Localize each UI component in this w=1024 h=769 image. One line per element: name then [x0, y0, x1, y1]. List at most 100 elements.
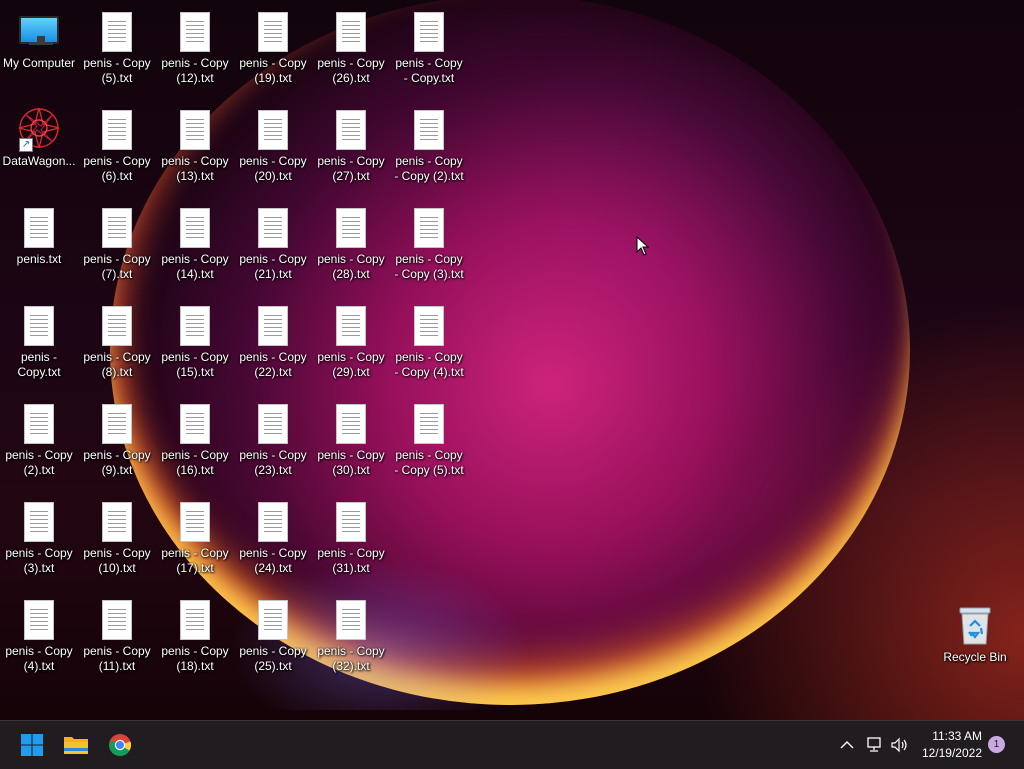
icon-image	[258, 496, 288, 542]
folder-icon	[64, 737, 88, 754]
icon-image	[336, 594, 366, 640]
shortcut-arrow-icon: ↗	[19, 138, 33, 152]
icon-image	[24, 594, 54, 640]
desktop-icon-txt-file[interactable]: penis - Copy (19).txt	[234, 0, 312, 92]
desktop-icon-label: penis - Copy - Copy (4).txt	[394, 350, 464, 379]
icon-image	[414, 300, 444, 346]
desktop-icon-txt-file[interactable]: penis - Copy (25).txt	[234, 588, 312, 680]
desktop-icon-txt-file[interactable]: penis - Copy (26).txt	[312, 0, 390, 92]
desktop-icon-txt-file[interactable]: penis - Copy (24).txt	[234, 490, 312, 582]
desktop-icon-txt-file[interactable]: penis - Copy (12).txt	[156, 0, 234, 92]
icon-image: ↗	[17, 104, 61, 152]
recycle-bin-icon	[959, 607, 991, 645]
desktop-icon-txt-file[interactable]: penis - Copy (32).txt	[312, 588, 390, 680]
desktop-icon-txt-file[interactable]: penis - Copy.txt	[0, 294, 78, 386]
text-file-icon	[180, 208, 210, 248]
network-button[interactable]	[862, 721, 886, 769]
desktop-icon-txt-file[interactable]: penis - Copy (23).txt	[234, 392, 312, 484]
text-file-icon	[258, 306, 288, 346]
desktop-icon-label: penis - Copy - Copy (2).txt	[394, 154, 464, 183]
desktop-icon-txt-file[interactable]: penis - Copy - Copy (2).txt	[390, 98, 468, 190]
desktop-icon-txt-file[interactable]: penis - Copy - Copy (5).txt	[390, 392, 468, 484]
text-file-icon	[102, 12, 132, 52]
file-explorer-button[interactable]	[56, 725, 96, 765]
desktop-icon-label: penis - Copy (12).txt	[161, 56, 229, 85]
desktop-icon-txt-file[interactable]: penis - Copy (29).txt	[312, 294, 390, 386]
icon-image	[336, 6, 366, 52]
text-file-icon	[180, 404, 210, 444]
icon-image	[336, 496, 366, 542]
desktop-icon-txt-file[interactable]: penis - Copy (11).txt	[78, 588, 156, 680]
desktop-icon-txt-file[interactable]: penis - Copy (16).txt	[156, 392, 234, 484]
desktop-icon-txt-file[interactable]: penis - Copy (3).txt	[0, 490, 78, 582]
network-icon	[867, 737, 881, 752]
desktop-icon-txt-file[interactable]: penis - Copy (7).txt	[78, 196, 156, 288]
desktop-icon-txt-file[interactable]: penis - Copy (22).txt	[234, 294, 312, 386]
desktop-icon-txt-file[interactable]: penis - Copy (2).txt	[0, 392, 78, 484]
icon-image	[258, 398, 288, 444]
taskbar: 11:33 AM 12/19/2022 1	[0, 720, 1024, 769]
desktop-icon-txt-file[interactable]: penis - Copy (5).txt	[78, 0, 156, 92]
desktop-icon-txt-file[interactable]: penis - Copy (18).txt	[156, 588, 234, 680]
icon-image	[414, 202, 444, 248]
desktop-icon-txt-file[interactable]: penis - Copy (21).txt	[234, 196, 312, 288]
desktop-icon-label: penis - Copy - Copy (3).txt	[394, 252, 464, 281]
text-file-icon	[24, 306, 54, 346]
desktop-icon-label: penis - Copy - Copy.txt	[395, 56, 463, 85]
text-file-icon	[180, 600, 210, 640]
icon-image	[336, 300, 366, 346]
start-button[interactable]	[12, 725, 52, 765]
text-file-icon	[102, 502, 132, 542]
desktop-icon-label: penis - Copy (28).txt	[317, 252, 385, 281]
tray-overflow-button[interactable]	[836, 721, 858, 769]
desktop-icon-label: penis - Copy (9).txt	[83, 448, 151, 477]
desktop-icon-label: penis - Copy - Copy (5).txt	[394, 448, 464, 477]
desktop-icon-txt-file[interactable]: penis - Copy - Copy.txt	[390, 0, 468, 92]
taskbar-clock[interactable]: 11:33 AM 12/19/2022	[902, 728, 982, 762]
text-file-icon	[258, 404, 288, 444]
text-file-icon	[414, 12, 444, 52]
desktop-icon-label: penis - Copy (6).txt	[83, 154, 151, 183]
desktop-icon-txt-file[interactable]: penis - Copy (20).txt	[234, 98, 312, 190]
desktop-icon-shortcut[interactable]: ↗ DataWagon...	[0, 98, 78, 190]
icon-image	[19, 6, 59, 52]
desktop-icon-txt-file[interactable]: penis - Copy (17).txt	[156, 490, 234, 582]
desktop-icon-txt-file[interactable]: penis - Copy (31).txt	[312, 490, 390, 582]
desktop-icon-txt-file[interactable]: penis - Copy (27).txt	[312, 98, 390, 190]
desktop-icon-label: penis - Copy (27).txt	[317, 154, 385, 183]
desktop-icon-label: penis - Copy (24).txt	[239, 546, 307, 575]
icon-image	[336, 202, 366, 248]
desktop-icon-txt-file[interactable]: penis - Copy (9).txt	[78, 392, 156, 484]
desktop-icon-label: penis - Copy (15).txt	[161, 350, 229, 379]
desktop-icon-txt-file[interactable]: penis - Copy (13).txt	[156, 98, 234, 190]
clock-date: 12/19/2022	[921, 746, 982, 760]
text-file-icon	[180, 12, 210, 52]
desktop-icon-txt-file[interactable]: penis - Copy - Copy (3).txt	[390, 196, 468, 288]
desktop-icon-txt-file[interactable]: penis - Copy (10).txt	[78, 490, 156, 582]
desktop-icon-txt-file[interactable]: penis.txt	[0, 196, 78, 288]
chrome-icon	[109, 734, 132, 756]
text-file-icon	[336, 306, 366, 346]
desktop-icon-txt-file[interactable]: penis - Copy (15).txt	[156, 294, 234, 386]
icon-image	[180, 300, 210, 346]
desktop-icon-txt-file[interactable]: penis - Copy - Copy (4).txt	[390, 294, 468, 386]
desktop-icon-label: penis - Copy (22).txt	[239, 350, 307, 379]
text-file-icon	[24, 208, 54, 248]
desktop-icon-label: penis - Copy (30).txt	[317, 448, 385, 477]
text-file-icon	[102, 110, 132, 150]
desktop-icon-txt-file[interactable]: penis - Copy (28).txt	[312, 196, 390, 288]
icon-image	[24, 300, 54, 346]
desktop-icon-txt-file[interactable]: penis - Copy (4).txt	[0, 588, 78, 680]
desktop-icon-my-computer[interactable]: My Computer	[0, 0, 78, 92]
desktop-icon-txt-file[interactable]: penis - Copy (8).txt	[78, 294, 156, 386]
chrome-button[interactable]	[100, 725, 140, 765]
desktop-icon-txt-file[interactable]: penis - Copy (14).txt	[156, 196, 234, 288]
icon-image	[102, 496, 132, 542]
icon-image	[336, 398, 366, 444]
recycle-bin[interactable]: Recycle Bin	[936, 594, 1014, 686]
icon-image	[258, 6, 288, 52]
notification-badge[interactable]: 1	[988, 736, 1005, 753]
desktop-icon-txt-file[interactable]: penis - Copy (6).txt	[78, 98, 156, 190]
desktop-icon-label: penis - Copy (31).txt	[317, 546, 385, 575]
desktop-icon-txt-file[interactable]: penis - Copy (30).txt	[312, 392, 390, 484]
